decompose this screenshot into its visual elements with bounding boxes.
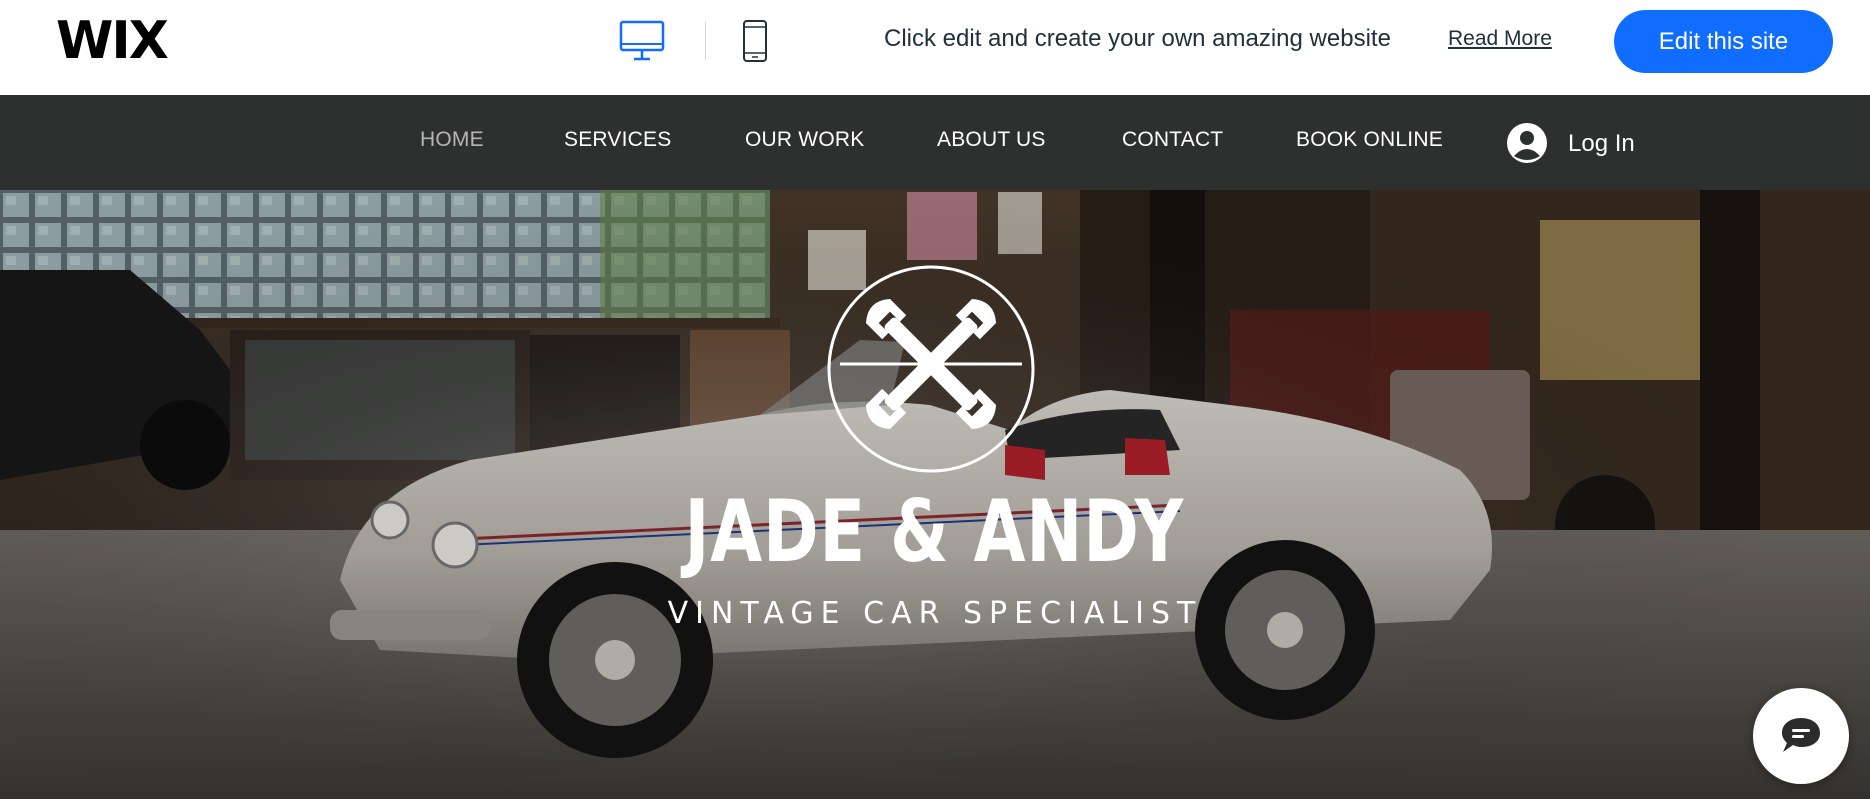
nav-item-contact[interactable]: CONTACT: [1122, 128, 1223, 152]
chat-bubble-icon: [1782, 718, 1820, 752]
wix-logo[interactable]: WIX: [56, 12, 169, 70]
mobile-view-icon[interactable]: [742, 19, 768, 63]
nav-item-book-online[interactable]: BOOK ONLINE: [1296, 128, 1443, 152]
hero-subtitle: VINTAGE CAR SPECIALIST: [667, 596, 1203, 631]
promo-text: Click edit and create your own amazing w…: [884, 25, 1391, 52]
nav-item-home[interactable]: HOME: [420, 128, 484, 152]
chat-button[interactable]: [1753, 688, 1849, 784]
read-more-link[interactable]: Read More: [1448, 27, 1552, 51]
desktop-view-icon[interactable]: [619, 20, 665, 62]
hero-section: JADE & ANDY VINTAGE CAR SPECIALIST: [0, 190, 1870, 799]
user-avatar-icon: [1507, 123, 1547, 163]
login-label: Log In: [1568, 130, 1635, 157]
edit-this-site-button[interactable]: Edit this site: [1614, 10, 1833, 73]
hero-title: JADE & ANDY: [684, 482, 1185, 582]
nav-item-our-work[interactable]: OUR WORK: [745, 128, 864, 152]
site-navigation: HOME SERVICES OUR WORK ABOUT US CONTACT …: [0, 95, 1870, 190]
wix-top-bar: WIX Click edit and create your own amazi…: [0, 0, 1870, 95]
nav-item-services[interactable]: SERVICES: [564, 128, 671, 152]
crossed-wrenches-icon: [827, 265, 1035, 473]
device-separator: [705, 22, 706, 60]
nav-item-about-us[interactable]: ABOUT US: [937, 128, 1046, 152]
